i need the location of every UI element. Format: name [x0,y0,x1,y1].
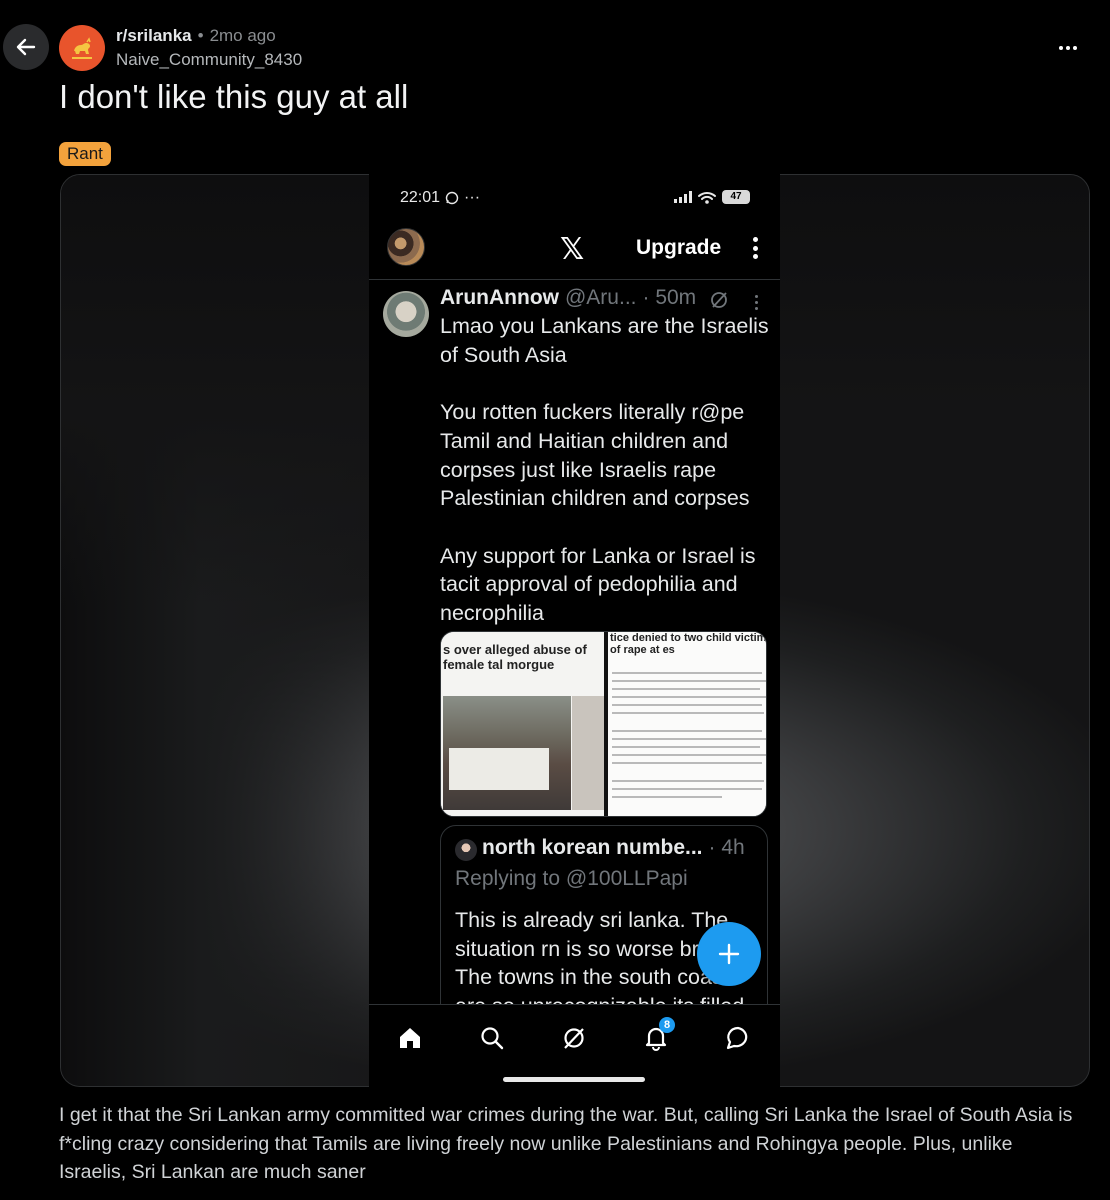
divider [369,279,780,280]
post-meta: r/srilanka • 2mo ago [116,26,276,46]
tweet-paragraph: Lmao you Lankans are the Israelis of Sou… [440,314,769,367]
status-time: 22:01 [400,189,441,206]
whatsapp-icon [445,191,459,205]
post-flair[interactable]: Rant [59,142,111,166]
post-age: 2mo ago [209,26,276,45]
notification-badge: 8 [659,1017,675,1033]
replying-to: Replying to @100LLPapi [455,867,688,890]
tweet-author-name[interactable]: ArunAnnow [440,286,559,310]
clipping-headline: tice denied to two child victims of rape… [610,632,766,656]
status-bar: 22:01 ··· [400,189,480,207]
tweet-handle: @Aru... [564,286,637,309]
tweet-paragraph: You rotten fuckers literally r@pe Tamil … [440,400,750,511]
quoted-author-avatar [455,839,477,861]
quoted-header: north korean numbe... · 4h [482,836,745,860]
tab-home[interactable] [395,1023,425,1053]
more-horizontal-icon [1059,46,1077,50]
post-body: I get it that the Sri Lankan army commit… [59,1104,1073,1183]
tweet-paragraph: Any support for Lanka or Israel is tacit… [440,543,756,625]
tweet-text: Lmao you Lankans are the Israelis of Sou… [440,312,775,628]
quoted-time: · 4h [708,836,745,859]
compose-button[interactable] [697,922,761,986]
tweet-media[interactable]: s over alleged abuse of female tal morgu… [440,631,767,817]
more-options-button[interactable] [1050,30,1086,66]
clipping-headline: s over alleged abuse of female tal morgu… [443,642,587,672]
news-clipping-right[interactable]: tice denied to two child victims of rape… [608,632,766,816]
tweet-more-icon[interactable] [755,295,758,310]
grok-icon[interactable] [709,290,729,310]
tweet-header: ArunAnnow @Aru... · 50m [440,286,696,310]
post-title: I don't like this guy at all [59,78,409,115]
arrow-left-icon [16,38,36,56]
tab-notifications[interactable]: 8 [641,1017,675,1053]
phone-screenshot: 22:01 ··· 47 𝕏 Upgrade ArunAnnow @Aru...… [369,174,780,1087]
post-author[interactable]: Naive_Community_8430 [116,50,302,70]
meta-separator: • [197,26,204,45]
tab-grok[interactable] [559,1023,589,1053]
status-indicators: 47 [674,190,750,204]
home-icon [400,1028,420,1048]
message-icon [726,1026,748,1050]
lion-flag-icon [72,37,92,59]
tweet-time: · 50m [642,286,697,309]
upgrade-button[interactable]: Upgrade [636,236,721,260]
subreddit-name[interactable]: r/srilanka [116,26,192,46]
news-clipping-left[interactable]: s over alleged abuse of female tal morgu… [441,632,604,816]
tab-bar: 8 [369,1004,780,1087]
tweet-author-avatar[interactable] [383,291,429,337]
back-button[interactable] [3,24,49,70]
home-indicator [503,1077,645,1082]
clipping-side-photo [572,696,604,810]
status-dots: ··· [464,189,481,206]
profile-avatar[interactable] [387,228,425,266]
tab-messages[interactable] [723,1023,753,1053]
battery-icon: 47 [722,190,750,204]
subreddit-icon[interactable] [59,25,105,71]
search-icon [481,1027,504,1050]
wifi-icon [698,191,716,204]
grok-icon [564,1028,584,1049]
x-logo-icon: 𝕏 [560,233,585,266]
quoted-author-name: north korean numbe... [482,836,703,859]
tab-search[interactable] [477,1023,507,1053]
protest-photo [443,696,571,810]
signal-icon [674,191,692,203]
more-vertical-icon[interactable] [747,234,763,262]
plus-icon [718,943,740,965]
